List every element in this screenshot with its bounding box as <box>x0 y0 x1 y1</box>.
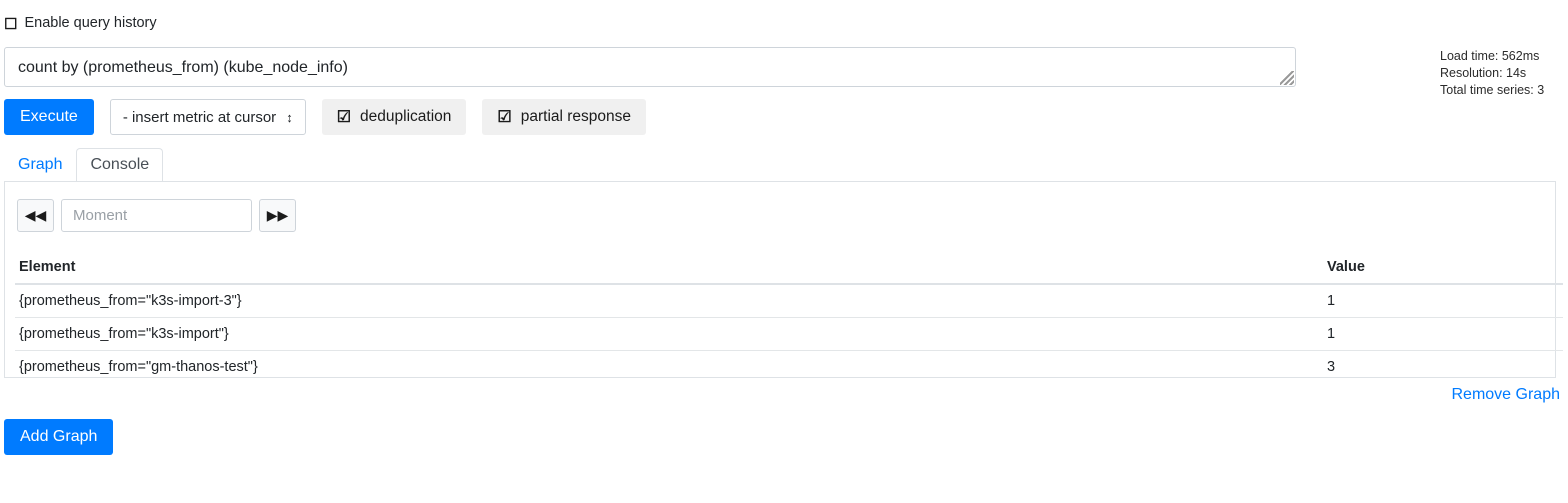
result-tabs: Graph Console <box>4 148 164 182</box>
double-arrow-left-icon: ◀◀ <box>24 207 47 223</box>
tab-console[interactable]: Console <box>76 148 164 182</box>
table-row: {prometheus_from="k3s-import"} 1 <box>15 317 1563 351</box>
moment-input[interactable] <box>61 199 252 232</box>
column-header-value: Value <box>1323 253 1563 285</box>
table-row: {prometheus_from="k3s-import-3"} 1 <box>15 283 1563 318</box>
step-backward-button[interactable]: ◀◀ <box>17 199 54 232</box>
expression-text: count by (prometheus_from) (kube_node_in… <box>18 59 348 76</box>
partial-response-label: partial response <box>520 108 632 125</box>
remove-graph-link[interactable]: Remove Graph <box>1452 387 1561 403</box>
select-updown-caret-icon: ↕ <box>286 109 293 125</box>
enable-query-history-label: Enable query history <box>24 15 157 32</box>
cell-value: 1 <box>1323 283 1563 318</box>
prometheus-query-page: ☐ Enable query history count by (prometh… <box>0 0 1568 503</box>
load-time-text: Load time: 562ms <box>1440 49 1540 63</box>
double-arrow-right-icon: ▶▶ <box>266 207 289 223</box>
total-time-series-text: Total time series: 3 <box>1440 83 1545 97</box>
checkbox-checked-icon: ☑ <box>336 109 352 126</box>
cell-value: 3 <box>1323 350 1563 383</box>
table-header-row: Element Value <box>15 253 1563 285</box>
query-stats: Load time: 562ms Resolution: 14s Total t… <box>1440 48 1560 99</box>
checkbox-checked-icon: ☑ <box>497 109 512 126</box>
cell-element: {prometheus_from="k3s-import-3"} <box>15 283 1323 318</box>
table-row: {prometheus_from="gm-thanos-test"} 3 <box>15 350 1563 383</box>
checkbox-unchecked-icon[interactable]: ☐ <box>4 17 17 32</box>
controls-row: Execute - insert metric at cursor ↕ ☑ de… <box>4 99 647 135</box>
execute-button[interactable]: Execute <box>4 99 94 135</box>
partial-response-toggle[interactable]: ☑ partial response <box>482 99 647 135</box>
tab-graph[interactable]: Graph <box>4 148 76 182</box>
step-forward-button[interactable]: ▶▶ <box>259 199 296 232</box>
deduplication-label: deduplication <box>360 108 452 125</box>
moment-navigation-row: ◀◀ ▶▶ <box>17 199 296 232</box>
cell-element: {prometheus_from="k3s-import"} <box>15 317 1323 351</box>
cell-element: {prometheus_from="gm-thanos-test"} <box>15 350 1323 383</box>
enable-query-history-row[interactable]: ☐ Enable query history <box>4 15 157 32</box>
deduplication-toggle[interactable]: ☑ deduplication <box>321 99 467 135</box>
add-graph-button[interactable]: Add Graph <box>4 419 114 455</box>
textarea-resize-handle[interactable] <box>1280 71 1294 85</box>
expression-input[interactable]: count by (prometheus_from) (kube_node_in… <box>4 47 1296 87</box>
console-panel: ◀◀ ▶▶ Element Value {prometheus_from="k3… <box>4 181 1563 383</box>
resolution-text: Resolution: 14s <box>1440 66 1527 80</box>
cell-value: 1 <box>1323 317 1563 351</box>
insert-metric-select-value: - insert metric at cursor <box>122 108 277 126</box>
insert-metric-select[interactable]: - insert metric at cursor ↕ <box>109 99 306 135</box>
column-header-element: Element <box>15 253 1323 285</box>
results-table: Element Value {prometheus_from="k3s-impo… <box>15 253 1563 383</box>
